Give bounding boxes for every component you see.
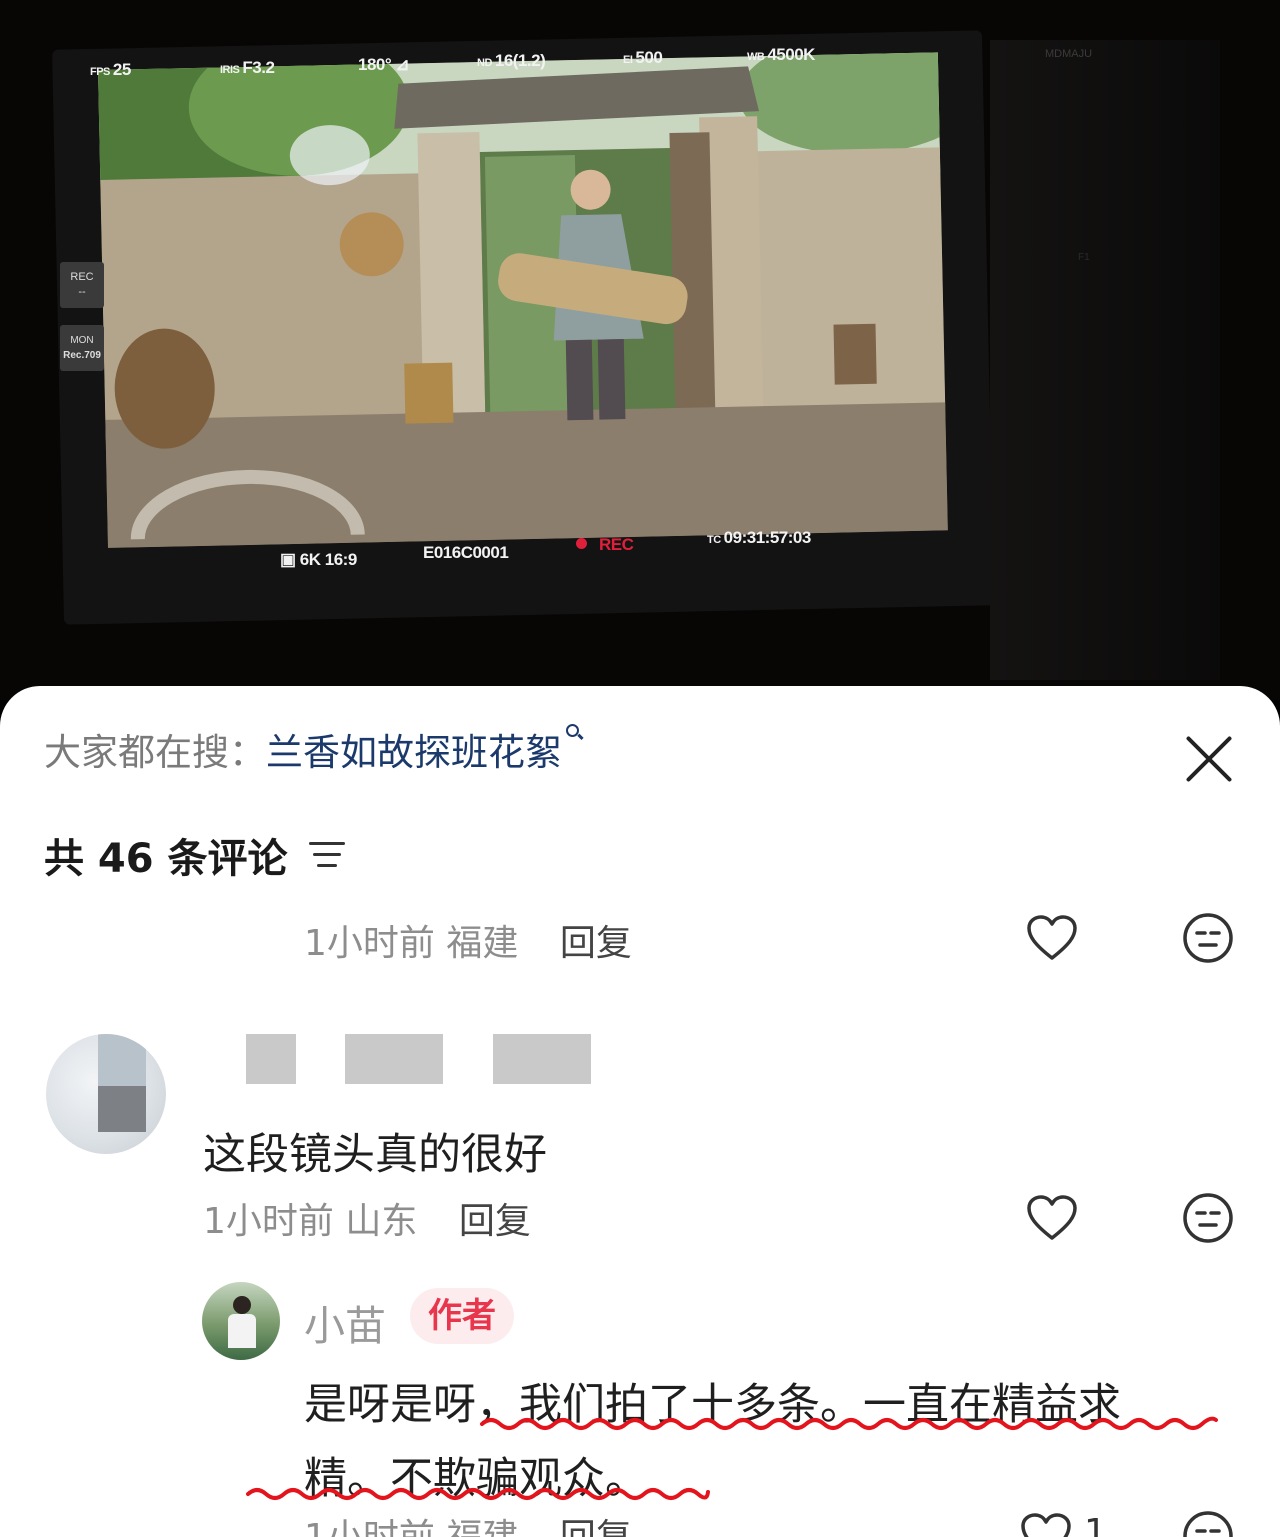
hud-nd: ND 16(1.2): [477, 51, 546, 70]
like-count: 1: [1084, 1512, 1107, 1537]
video-player[interactable]: MDMAJU F1 FPS 25 IRIS F3.2 180° ⊿ ND 16(…: [0, 0, 1280, 700]
monitor-housing: [990, 40, 1220, 680]
reply-button[interactable]: 回复: [560, 923, 632, 964]
comment-count: 共 46 条评论: [44, 836, 288, 882]
comment-meta: 1小时前 福建 回复: [304, 914, 632, 966]
trending-search-term[interactable]: 兰香如故探班花絮: [266, 731, 562, 774]
side-rec-box: REC --: [60, 262, 104, 308]
monitor-screen-image: [98, 52, 948, 548]
hud-ei: EI 500: [623, 48, 663, 67]
heart-icon[interactable]: [1026, 1194, 1078, 1242]
close-icon[interactable]: [1182, 732, 1236, 786]
comment-time: 1小时前: [304, 923, 435, 964]
sort-icon[interactable]: [309, 840, 347, 870]
hud-wb: WB 4500K: [747, 45, 815, 64]
comment-time: 1小时前: [203, 1201, 334, 1242]
face-icon[interactable]: [1182, 912, 1234, 964]
username-blurred[interactable]: [493, 1034, 591, 1084]
hud-timecode: TC 09:31:57:03: [707, 528, 811, 547]
comment-meta: 1小时前 福建 回复: [304, 1508, 632, 1537]
username-blurred[interactable]: [246, 1034, 296, 1084]
monitor-brand: MDMAJU: [1045, 48, 1093, 60]
avatar[interactable]: [46, 1034, 166, 1154]
comment-time: 1小时前: [304, 1517, 435, 1537]
comment-text: 这段镜头真的很好: [203, 1130, 547, 1180]
hud-fps: FPS 25: [90, 60, 131, 79]
hud-shutter: 180° ⊿: [358, 55, 410, 74]
comment-meta: 1小时前 山东 回复: [203, 1192, 531, 1244]
author-badge: 作者: [410, 1288, 514, 1344]
comment-location: 山东: [345, 1201, 418, 1242]
reply-button[interactable]: 回复: [560, 1517, 632, 1537]
comment-sheet: 大家都在搜：兰香如故探班花絮 共 46 条评论 1小时前 福建 回复 这段镜头真…: [0, 686, 1280, 1537]
hud-format: ▣ 6K 16:9: [280, 550, 357, 569]
hud-clip: E016C0001: [423, 543, 509, 562]
reply-text-line-1: 是呀是呀，我们拍了十多条。一直在精益求: [304, 1380, 1121, 1430]
author-name[interactable]: 小苗: [304, 1292, 386, 1352]
hud-rec-indicator: REC: [576, 535, 634, 555]
comment-location: 福建: [446, 1517, 518, 1537]
monitor-f1-label: F1: [1078, 252, 1090, 263]
hud-iris: IRIS F3.2: [220, 58, 275, 77]
trending-search-prefix: 大家都在搜：: [44, 731, 266, 774]
comment-location: 福建: [446, 923, 519, 964]
trending-search[interactable]: 大家都在搜：兰香如故探班花絮: [44, 722, 579, 776]
rec-dot-icon: [576, 538, 587, 549]
face-icon[interactable]: [1182, 1192, 1234, 1244]
search-icon: [566, 724, 579, 737]
face-icon[interactable]: [1182, 1510, 1234, 1537]
username-blurred[interactable]: [345, 1034, 443, 1084]
heart-icon[interactable]: [1026, 914, 1078, 962]
reply-button[interactable]: 回复: [459, 1201, 531, 1242]
author-avatar[interactable]: [202, 1282, 280, 1360]
heart-icon[interactable]: [1020, 1512, 1072, 1537]
side-mon-box: MON Rec.709: [60, 325, 104, 371]
reply-text-line-2: 精。不欺骗观众。: [304, 1454, 648, 1504]
comment-count-header: 共 46 条评论: [44, 826, 347, 884]
film-scene-illustration: [98, 52, 948, 548]
